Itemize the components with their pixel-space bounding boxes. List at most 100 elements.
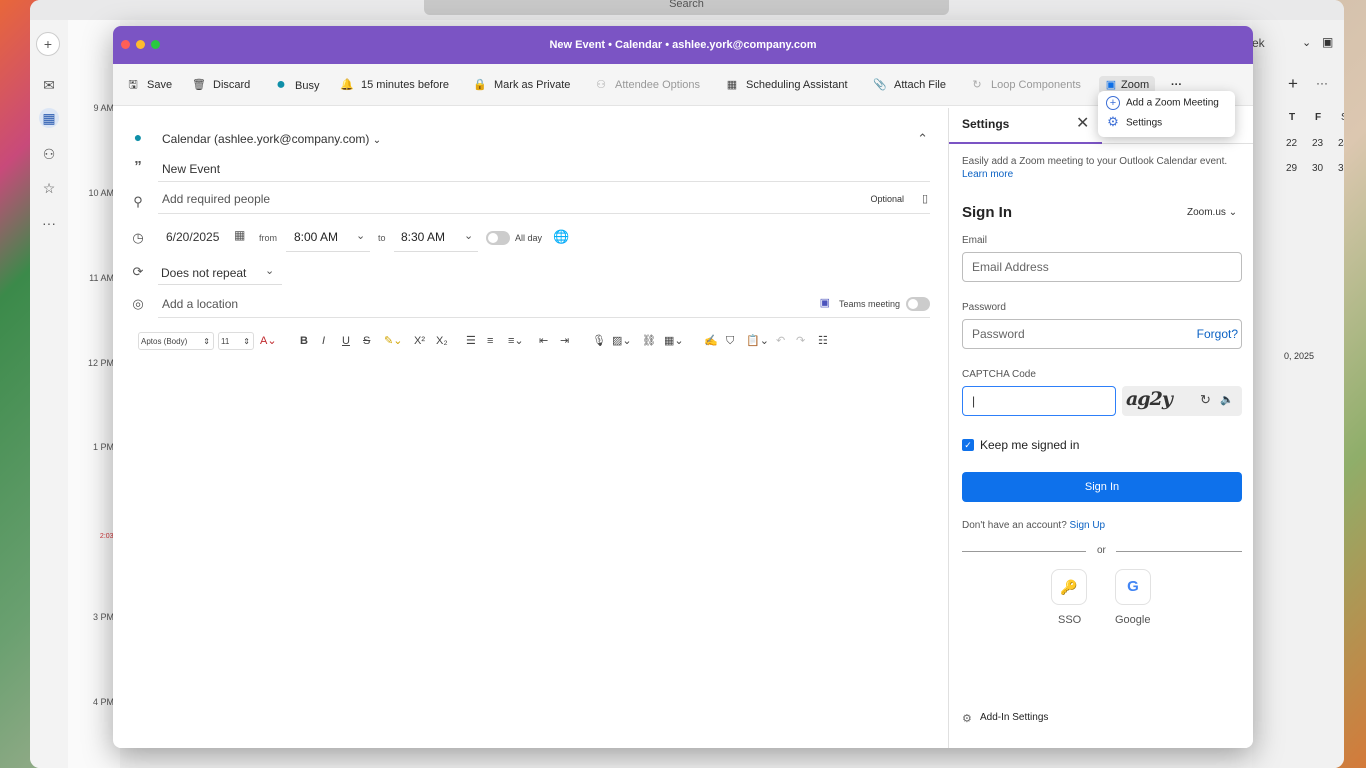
busy-status-button[interactable]: ● Busy (273, 64, 319, 106)
address-book-icon[interactable]: ▯ (922, 192, 928, 205)
reminder-button[interactable]: 🔔 15 minutes before (339, 64, 449, 106)
font-color-icon[interactable]: A⌄ (260, 332, 277, 350)
sign-up-link[interactable]: Sign Up (1070, 520, 1106, 531)
italic-icon[interactable]: I (322, 332, 325, 350)
undo-icon[interactable]: ↶ (776, 332, 785, 350)
forgot-link[interactable]: Forgot? (1197, 320, 1238, 348)
redo-icon[interactable]: ↷ (796, 332, 805, 350)
teams-meeting-toggle[interactable] (906, 297, 930, 311)
google-button[interactable]: G (1115, 569, 1151, 605)
superscript-icon[interactable]: X² (414, 332, 425, 350)
underline-icon[interactable]: U (342, 332, 350, 350)
domain-select[interactable]: Zoom.us ⌄ (1187, 207, 1237, 218)
save-button[interactable]: 🖫 Save (125, 64, 172, 106)
mini-cal-date[interactable]: 24 (1338, 138, 1344, 149)
title-bar: New Event • Calendar • ashlee.york@compa… (113, 26, 1253, 64)
table-icon[interactable]: ▦⌄ (664, 332, 684, 350)
mini-cal-date[interactable]: 22 (1286, 138, 1297, 149)
people-icon[interactable]: ⚇ (39, 144, 59, 164)
panel-toggle-icon[interactable]: ▣ (1322, 35, 1333, 49)
date-picker[interactable]: 6/20/2025 (166, 230, 219, 244)
end-time-select[interactable]: 8:30 AM (401, 230, 445, 244)
no-account-label: Don't have an account? (962, 520, 1067, 531)
link-icon[interactable]: ⛓ (642, 332, 656, 350)
title-input[interactable]: New Event (162, 162, 220, 176)
refresh-icon[interactable]: ↻ (1200, 392, 1211, 408)
scheduling-assistant-button[interactable]: ▦ Scheduling Assistant (724, 64, 848, 106)
date-time-row: ◷ 6/20/2025 ▦ from 8:00 AM ⌄ to 8:30 AM … (118, 228, 944, 252)
font-family-select[interactable]: Aptos (Body) ⇕ (138, 332, 214, 350)
sensitivity-icon[interactable]: ⛉ (726, 332, 734, 350)
bullet-list-icon[interactable]: ☰ (466, 332, 476, 350)
chevron-down-icon[interactable]: ⌄ (265, 264, 274, 277)
bold-icon[interactable]: B (300, 332, 308, 350)
editor-icon[interactable]: ✍ (704, 332, 718, 350)
calendar-icon[interactable]: ▦ (39, 108, 59, 128)
collapse-chevron-icon[interactable]: ⌃ (917, 131, 928, 147)
people-input[interactable]: Add required people (162, 192, 270, 206)
event-body-editor[interactable] (132, 360, 932, 740)
paste-icon[interactable]: 📋⌄ (746, 332, 769, 350)
optional-button[interactable]: Optional (870, 194, 904, 204)
email-input[interactable]: Email Address (962, 252, 1242, 282)
keep-signed-checkbox[interactable]: ✓ (962, 439, 974, 451)
add-zoom-meeting-item[interactable]: + Add a Zoom Meeting (1106, 96, 1219, 110)
loop-components-button[interactable]: ↻ Loop Components (969, 64, 1081, 106)
location-input[interactable]: Add a location (162, 297, 238, 311)
addin-settings-link[interactable]: Add-In Settings (980, 712, 1048, 723)
search-placeholder: Search (669, 0, 704, 10)
background-search-field[interactable]: Search (424, 0, 949, 15)
password-input[interactable]: Password Forgot? (962, 319, 1242, 349)
chevron-down-icon[interactable]: ⌄ (356, 229, 365, 242)
mail-icon[interactable]: ✉ (39, 75, 59, 95)
mini-cal-date[interactable]: 23 (1312, 138, 1323, 149)
calendar-selector[interactable]: Calendar (ashlee.york@company.com) ⌄ (162, 132, 381, 146)
chevron-down-icon[interactable]: ⌄ (1302, 36, 1311, 49)
strikethrough-icon[interactable]: S (363, 332, 370, 350)
attach-file-button[interactable]: 📎 Attach File (872, 64, 946, 106)
image-icon[interactable]: ▨⌄ (612, 332, 632, 350)
maximize-window-button[interactable] (151, 40, 160, 49)
to-label: to (378, 233, 386, 243)
mini-cal-date[interactable]: 31 (1338, 163, 1344, 174)
discard-button[interactable]: 🗑 Discard (191, 64, 250, 106)
start-time-select[interactable]: 8:00 AM (294, 230, 338, 244)
new-item-icon[interactable]: + (36, 32, 60, 56)
captcha-input[interactable]: | (962, 386, 1116, 416)
favorites-star-icon[interactable]: ☆ (39, 178, 59, 198)
sign-in-button[interactable]: Sign In (962, 472, 1242, 502)
mini-cal-date[interactable]: 30 (1312, 163, 1323, 174)
close-window-button[interactable] (121, 40, 130, 49)
highlight-icon[interactable]: ✎⌄ (384, 332, 402, 350)
dictate-icon[interactable]: 🎙 (592, 332, 606, 350)
font-size-select[interactable]: 11 ⇕ (218, 332, 254, 350)
zoom-settings-item[interactable]: ⚙ Settings (1106, 115, 1162, 130)
mark-private-button[interactable]: 🔒 Mark as Private (472, 64, 570, 106)
calendar-picker-icon[interactable]: ▦ (234, 228, 245, 242)
trash-icon: 🗑 (192, 79, 206, 91)
learn-more-link[interactable]: Learn more (962, 169, 1013, 180)
mini-cal-day-header: S (1341, 112, 1344, 123)
more-apps-icon[interactable]: ··· (39, 213, 59, 233)
divider (158, 213, 930, 214)
numbered-list-icon[interactable]: ≡ (487, 332, 493, 350)
speaker-icon[interactable]: 🔈 (1220, 393, 1234, 406)
minimize-window-button[interactable] (136, 40, 145, 49)
mini-cal-date[interactable]: 29 (1286, 163, 1297, 174)
formatting-toolbar: Aptos (Body) ⇕ 11 ⇕ A⌄ B I U S ✎⌄ X² X₂ ☰ … (136, 332, 916, 350)
close-icon[interactable]: ✕ (1076, 113, 1089, 133)
align-icon[interactable]: ≡⌄ (508, 332, 524, 350)
add-icon[interactable]: + (1288, 74, 1298, 94)
increase-indent-icon[interactable]: ⇥ (560, 332, 569, 350)
repeat-select[interactable]: Does not repeat (161, 266, 246, 280)
sso-button[interactable]: 🔑 (1051, 569, 1087, 605)
subscript-icon[interactable]: X₂ (436, 332, 448, 350)
or-label: or (1097, 545, 1106, 556)
all-day-toggle[interactable] (486, 231, 510, 245)
more-icon[interactable]: ··· (1316, 76, 1328, 90)
attendee-options-button[interactable]: ⚇ Attendee Options (593, 64, 700, 106)
chevron-down-icon[interactable]: ⌄ (464, 229, 473, 242)
globe-icon[interactable]: 🌐 (553, 229, 569, 245)
more-formatting-icon[interactable]: ☷ (818, 332, 828, 350)
decrease-indent-icon[interactable]: ⇤ (539, 332, 548, 350)
